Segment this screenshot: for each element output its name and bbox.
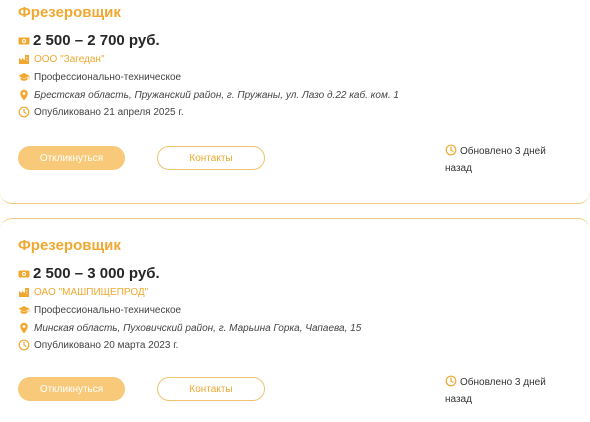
vacancy-card: Фрезеровщик 2 500 – 2 700 руб. ООО "Заге… (0, 0, 590, 204)
updated-status: Обновлено 3 дней назад (445, 374, 565, 408)
vacancy-list: Фрезеровщик 2 500 – 2 700 руб. ООО "Заге… (0, 0, 590, 422)
vacancy-card: Фрезеровщик 2 500 – 3 000 руб. ОАО "МАШП… (0, 218, 590, 422)
address-row: Минская область, Пуховичский район, г. М… (18, 322, 361, 334)
address-text: Минская область, Пуховичский район, г. М… (34, 322, 362, 334)
company-name[interactable]: ООО "Загедан" (34, 54, 105, 65)
money-icon (18, 268, 30, 280)
updated-text: Обновлено 3 дней назад (445, 146, 546, 174)
company-name[interactable]: ОАО "МАШПИЩЕПРОД" (34, 287, 148, 298)
salary-row: 2 500 – 3 000 руб. (18, 265, 160, 282)
updated-text: Обновлено 3 дней назад (445, 377, 546, 405)
salary-row: 2 500 – 2 700 руб. (18, 32, 160, 49)
address-text: Брестская область, Пружанский район, г. … (34, 89, 399, 101)
salary: 2 500 – 3 000 руб. (33, 265, 160, 282)
published-date: Опубликовано 20 марта 2023 г. (34, 339, 179, 351)
clock-icon (445, 375, 457, 387)
money-icon (18, 35, 30, 47)
published-row: Опубликовано 21 апреля 2025 г. (18, 106, 184, 118)
contacts-button[interactable]: Контакты (157, 146, 265, 170)
apply-button[interactable]: Откликнуться (18, 146, 125, 170)
location-icon (18, 322, 30, 334)
clock-icon (18, 339, 30, 351)
clock-icon (18, 106, 30, 118)
updated-status: Обновлено 3 дней назад (445, 143, 565, 177)
education-row: Профессионально-техническое (18, 71, 181, 83)
education-row: Профессионально-техническое (18, 304, 181, 316)
contacts-button[interactable]: Контакты (157, 377, 265, 401)
company-icon (18, 53, 30, 65)
education-icon (18, 304, 30, 316)
vacancy-title[interactable]: Фрезеровщик (18, 237, 121, 254)
vacancy-title[interactable]: Фрезеровщик (18, 4, 121, 21)
location-icon (18, 89, 30, 101)
address-row: Брестская область, Пружанский район, г. … (18, 89, 399, 101)
company-icon (18, 286, 30, 298)
education-text: Профессионально-техническое (34, 71, 182, 83)
published-date: Опубликовано 21 апреля 2025 г. (34, 106, 184, 118)
company-row: ООО "Загедан" (18, 53, 105, 65)
education-text: Профессионально-техническое (34, 304, 182, 316)
company-row: ОАО "МАШПИЩЕПРОД" (18, 286, 148, 298)
published-row: Опубликовано 20 марта 2023 г. (18, 339, 178, 351)
clock-icon (445, 144, 457, 156)
salary: 2 500 – 2 700 руб. (33, 32, 160, 49)
education-icon (18, 71, 30, 83)
apply-button[interactable]: Откликнуться (18, 377, 125, 401)
